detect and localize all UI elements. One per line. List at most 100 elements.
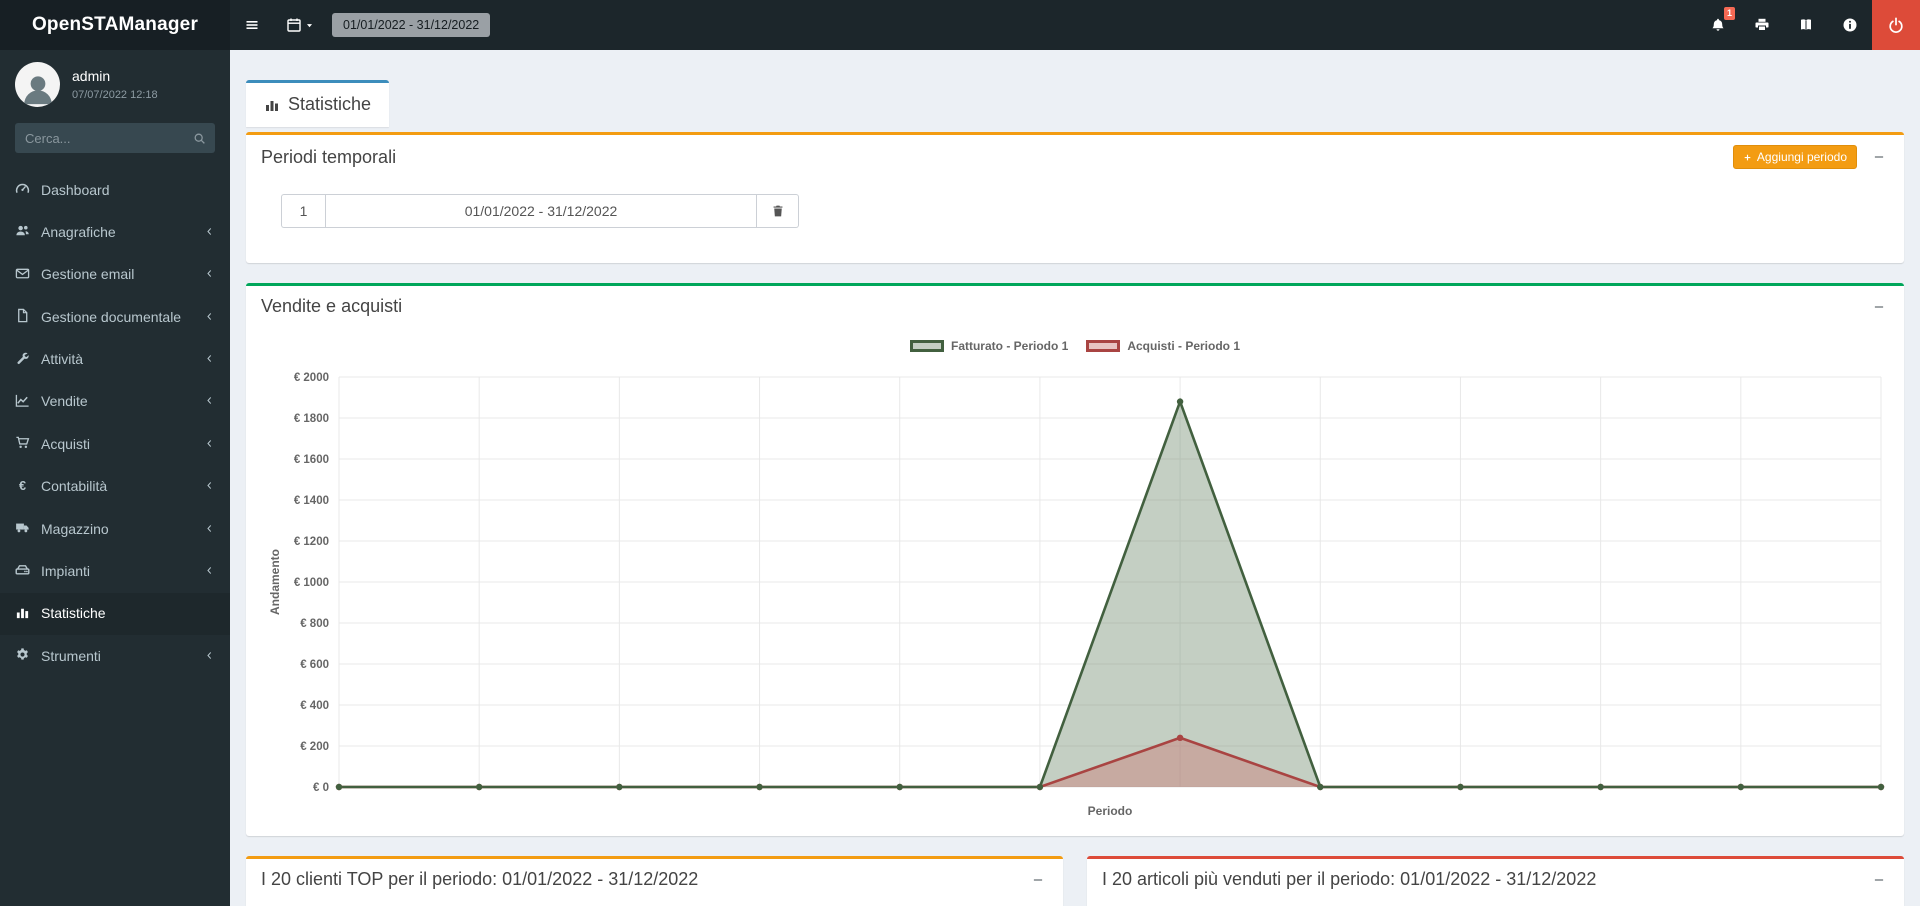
svg-text:€ 1400: € 1400	[294, 495, 329, 507]
collapse-clients-button[interactable]	[1028, 872, 1048, 888]
periods-panel-body: 1	[246, 179, 1904, 263]
gear-icon	[15, 647, 41, 665]
chevron-left-icon	[204, 225, 215, 240]
plus-icon	[1743, 153, 1752, 162]
svg-text:€ 0: € 0	[313, 782, 329, 794]
date-range-badge[interactable]: 01/01/2022 - 31/12/2022	[332, 13, 490, 37]
tab-strip: Statistiche	[246, 80, 1904, 127]
sidebar-search-row	[0, 117, 230, 165]
search-button[interactable]	[183, 123, 215, 153]
chevron-left-icon	[204, 437, 215, 452]
minus-icon	[1873, 151, 1885, 163]
file-icon	[15, 308, 41, 326]
legend-swatch	[1086, 340, 1120, 352]
sidebar-item-impianti[interactable]: Impianti	[0, 551, 230, 593]
search-icon	[193, 132, 206, 145]
svg-text:€ 1600: € 1600	[294, 454, 329, 466]
sidebar-item-label: Statistiche	[41, 606, 215, 621]
truck-icon	[15, 520, 41, 538]
sidebar-item-attivita[interactable]: Attività	[0, 339, 230, 381]
calendar-button[interactable]	[274, 0, 326, 50]
topbar-actions: 1	[1696, 0, 1920, 50]
user-login-datetime: 07/07/2022 12:18	[72, 89, 158, 101]
collapse-articles-button[interactable]	[1869, 872, 1889, 888]
delete-period-button[interactable]	[757, 194, 799, 228]
sidebar-toggle-button[interactable]	[230, 0, 274, 50]
periods-panel: Periodi temporali Aggiungi periodo 1	[246, 132, 1904, 263]
minus-icon	[1032, 874, 1044, 886]
svg-text:€ 1200: € 1200	[294, 536, 329, 548]
minus-icon	[1873, 301, 1885, 313]
sidebar-item-magazzino[interactable]: Magazzino	[0, 508, 230, 550]
bar-chart-icon	[264, 97, 280, 113]
logout-button[interactable]	[1872, 0, 1920, 50]
notifications-button[interactable]: 1	[1696, 0, 1740, 50]
print-button[interactable]	[1740, 0, 1784, 50]
user-name: admin	[72, 68, 158, 84]
top-clients-title: I 20 clienti TOP per il periodo: 01/01/2…	[261, 869, 1028, 890]
tab-statistiche[interactable]: Statistiche	[246, 80, 389, 127]
collapse-sales-button[interactable]	[1869, 299, 1889, 315]
info-button[interactable]	[1828, 0, 1872, 50]
top-articles-title: I 20 articoli più venduti per il periodo…	[1102, 869, 1869, 890]
collapse-periods-button[interactable]	[1869, 149, 1889, 165]
chart-y-axis-label: Andamento	[268, 549, 282, 615]
sales-panel-header: Vendite e acquisti	[246, 286, 1904, 327]
chart-line-icon	[15, 393, 41, 411]
sales-panel-body: Fatturato - Periodo 1 Acquisti - Periodo …	[246, 327, 1904, 836]
sidebar-item-statistiche[interactable]: Statistiche	[0, 593, 230, 635]
trash-icon	[771, 204, 785, 218]
sidebar-item-acquisti[interactable]: Acquisti	[0, 423, 230, 465]
sidebar-item-label: Contabilità	[41, 479, 204, 494]
svg-text:€: €	[19, 479, 26, 493]
add-period-label: Aggiungi periodo	[1757, 150, 1847, 164]
period-row: 1	[281, 194, 1889, 228]
sidebar-item-label: Anagrafiche	[41, 225, 204, 240]
sidebar-item-contabilita[interactable]: € Contabilità	[0, 466, 230, 508]
svg-text:€ 600: € 600	[300, 659, 329, 671]
sidebar-item-strumenti[interactable]: Strumenti	[0, 635, 230, 677]
top-articles-panel: I 20 articoli più venduti per il periodo…	[1087, 856, 1904, 906]
periods-panel-header: Periodi temporali Aggiungi periodo	[246, 135, 1904, 179]
svg-text:€ 1800: € 1800	[294, 413, 329, 425]
sidebar-item-anagrafiche[interactable]: Anagrafiche	[0, 211, 230, 253]
minus-icon	[1873, 874, 1885, 886]
add-period-button[interactable]: Aggiungi periodo	[1733, 145, 1857, 169]
wrench-icon	[15, 351, 41, 369]
manual-button[interactable]	[1784, 0, 1828, 50]
caret-down-icon	[302, 21, 314, 30]
period-date-input[interactable]	[325, 194, 757, 228]
sidebar-item-label: Gestione email	[41, 267, 204, 282]
sidebar-item-dashboard[interactable]: Dashboard	[0, 169, 230, 211]
app-logo[interactable]: OpenSTAManager	[0, 0, 230, 50]
sidebar-item-label: Dashboard	[41, 183, 215, 198]
sidebar-search	[15, 123, 215, 153]
search-input[interactable]	[15, 123, 183, 153]
legend-label: Acquisti - Periodo 1	[1127, 339, 1240, 353]
sidebar-item-label: Magazzino	[41, 522, 204, 537]
chevron-left-icon	[204, 479, 215, 494]
svg-text:€ 200: € 200	[300, 741, 329, 753]
chevron-left-icon	[204, 394, 215, 409]
sidebar-item-label: Attività	[41, 352, 204, 367]
euro-icon: €	[15, 478, 41, 496]
bar-chart-icon	[15, 605, 41, 623]
topbar-spacer	[490, 0, 1696, 50]
tab-label: Statistiche	[288, 94, 371, 115]
calendar-icon	[286, 17, 302, 33]
bottom-row: I 20 clienti TOP per il periodo: 01/01/2…	[246, 856, 1904, 906]
legend-item[interactable]: Fatturato - Periodo 1	[910, 339, 1068, 353]
printer-icon	[1754, 17, 1770, 33]
chevron-left-icon	[204, 649, 215, 664]
legend-item[interactable]: Acquisti - Periodo 1	[1086, 339, 1240, 353]
sidebar-item-gestione-email[interactable]: Gestione email	[0, 254, 230, 296]
legend-label: Fatturato - Periodo 1	[951, 339, 1068, 353]
chevron-left-icon	[204, 267, 215, 282]
chart-x-axis-label: Periodo	[1088, 804, 1133, 818]
top-clients-body	[246, 900, 1063, 906]
sidebar-item-vendite[interactable]: Vendite	[0, 381, 230, 423]
book-icon	[1798, 17, 1814, 33]
sidebar-item-gestione-documentale[interactable]: Gestione documentale	[0, 296, 230, 338]
hamburger-icon	[244, 17, 260, 33]
sales-panel-title: Vendite e acquisti	[261, 296, 1869, 317]
